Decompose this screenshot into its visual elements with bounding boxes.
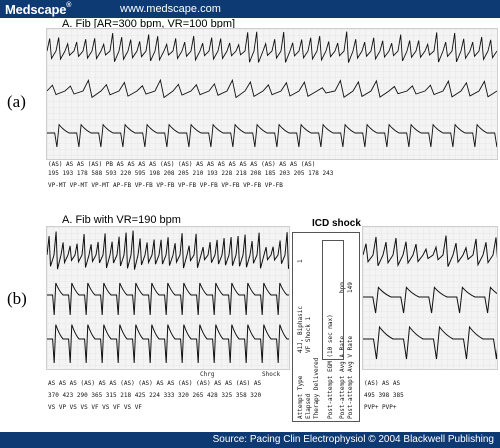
annotation-line: Attempt Type	[297, 375, 304, 419]
panel-a-marker-row-2: 195 193 178 588 593 220 595 198 208 205 …	[48, 170, 334, 177]
panel-a-marker-row-1: (AS) AS AS (AS) PB AS AS AS AS (AS) (AS)…	[48, 161, 316, 168]
panel-b-ecg-svg	[47, 227, 289, 369]
panel-a-marker-row-3: VP-MT VP-MT VP-MT AP-FB VP-FB VP-FB VP-F…	[48, 182, 283, 189]
panel-b-ecg-strip	[46, 226, 290, 370]
medscape-logo[interactable]: Medscape®	[5, 2, 71, 17]
panel-a-ecg-strip	[46, 28, 498, 160]
footer-bar: Source: Pacing Clin Electrophysiol © 200…	[0, 432, 500, 448]
chrg-label: Chrg	[200, 371, 215, 378]
panel-a-ecg-svg	[47, 29, 497, 159]
annotation-line: Post-attempt Avg V Rate	[347, 335, 354, 419]
panel-b-label: (b)	[7, 289, 27, 308]
rate-value: 149	[347, 282, 354, 293]
post-shock-marker-row-2: 495 398 385	[364, 392, 404, 399]
site-url[interactable]: www.medscape.com	[120, 3, 221, 15]
annotation-line: 41J, Biphasic	[297, 306, 304, 353]
source-credit: Source: Pacing Clin Electrophysiol © 200…	[212, 434, 494, 445]
annotation-line: Elapsed	[305, 393, 312, 419]
annotation-line: Therapy Delivered	[313, 357, 320, 419]
panel-b-marker-row-3: VS VP VS VS VF VS VF VS VF	[48, 404, 142, 411]
panel-b-marker-row-1: AS AS AS (AS) AS AS (AS) (AS) AS AS (AS)…	[48, 380, 262, 387]
post-shock-ecg-strip	[362, 226, 498, 370]
panel-b-title: A. Fib with VR=190 bpm	[62, 214, 181, 226]
icd-shock-title: ICD shock	[312, 218, 361, 229]
post-shock-marker-row-1: (AS) AS AS	[364, 380, 401, 387]
attempt-number: 1	[297, 259, 304, 263]
panel-b-marker-row-2: 370 423 290 365 315 218 425 224 333 320 …	[48, 392, 262, 399]
annotation-line: VF Shock 1	[305, 316, 312, 353]
shock-label: Shock	[262, 371, 281, 378]
annotation-divider-box	[322, 240, 344, 360]
panel-a-label: (a)	[7, 92, 26, 111]
header-bar: Medscape® www.medscape.com	[0, 0, 500, 18]
post-shock-ecg-svg	[363, 227, 497, 369]
post-shock-marker-row-3: PVP+ PVP+	[364, 404, 397, 411]
